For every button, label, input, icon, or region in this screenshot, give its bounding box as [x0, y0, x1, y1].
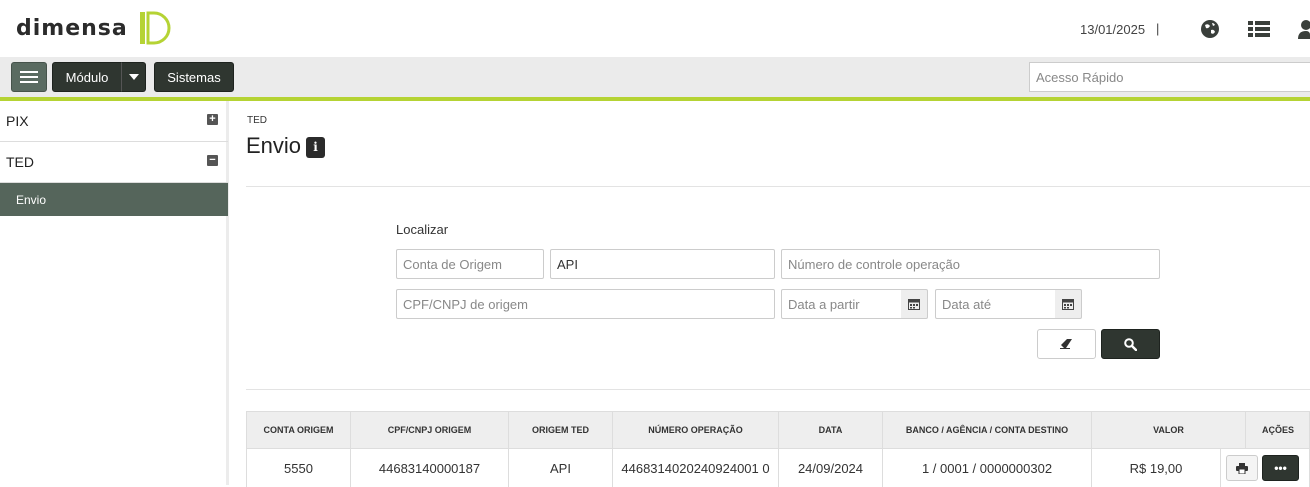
- cell-banco-destino: 1 / 0001 / 0000000302: [883, 449, 1092, 487]
- user-icon[interactable]: [1296, 18, 1310, 40]
- cell-valor: R$ 19,00: [1092, 449, 1221, 487]
- collapse-icon[interactable]: −: [207, 155, 218, 166]
- cell-numero-operacao: 4468314020240924001 0: [613, 449, 779, 487]
- print-button[interactable]: [1226, 455, 1258, 481]
- globe-icon[interactable]: [1199, 18, 1221, 40]
- hamburger-icon: [20, 71, 38, 83]
- current-date: 13/01/2025: [1080, 22, 1146, 37]
- conta-origem-input[interactable]: [396, 249, 544, 279]
- list-icon[interactable]: [1247, 18, 1271, 40]
- column-header[interactable]: DATA: [779, 412, 883, 448]
- sidebar: PIX + TED − Envio: [0, 101, 229, 485]
- cell-cpf-cnpj: 44683140000187: [351, 449, 509, 487]
- search-button[interactable]: [1101, 329, 1160, 359]
- divider: [246, 389, 1310, 390]
- data-ate-input[interactable]: [935, 289, 1056, 319]
- top-bar: DIMENSA 13/01/2025 |: [0, 0, 1310, 57]
- data-partir-input[interactable]: [781, 289, 902, 319]
- quick-access-input[interactable]: [1029, 62, 1310, 92]
- menu-button[interactable]: [11, 62, 47, 92]
- logo-text: DIMENSA: [16, 15, 128, 41]
- clear-button[interactable]: [1037, 329, 1096, 359]
- more-actions-button[interactable]: •••: [1262, 455, 1299, 481]
- cell-data: 24/09/2024: [779, 449, 883, 487]
- calendar-icon: [1062, 299, 1074, 310]
- date-separator: |: [1156, 21, 1160, 36]
- logo-mark-icon: [139, 11, 171, 45]
- column-header[interactable]: BANCO / AGÊNCIA / CONTA DESTINO: [883, 412, 1092, 448]
- sidebar-item-label: PIX: [6, 113, 29, 129]
- column-header[interactable]: CPF/CNPJ ORIGEM: [351, 412, 509, 448]
- calendar-icon: [908, 299, 920, 310]
- expand-icon[interactable]: +: [207, 114, 218, 125]
- page-title: Envio: [246, 133, 302, 158]
- cpf-cnpj-input[interactable]: [396, 289, 775, 319]
- sidebar-item-envio[interactable]: Envio: [0, 183, 228, 216]
- info-icon[interactable]: i: [306, 137, 325, 158]
- cell-conta-origem: 5550: [247, 449, 351, 487]
- breadcrumb: TED: [247, 115, 267, 126]
- sistemas-button[interactable]: Sistemas: [154, 62, 234, 92]
- calendar-button[interactable]: [1055, 289, 1082, 319]
- sidebar-item-ted[interactable]: TED −: [0, 142, 228, 183]
- search-label: Localizar: [396, 222, 449, 237]
- eraser-icon: [1059, 339, 1072, 349]
- print-icon: [1236, 462, 1248, 474]
- caret-down-icon: [128, 74, 139, 80]
- column-header[interactable]: CONTA ORIGEM: [247, 412, 351, 448]
- column-header[interactable]: VALOR: [1092, 412, 1246, 448]
- column-header: AÇÕES: [1261, 425, 1294, 435]
- logo: DIMENSA: [16, 10, 174, 46]
- calendar-button[interactable]: [901, 289, 928, 319]
- modulo-dropdown-button[interactable]: [121, 62, 146, 92]
- numero-controle-input[interactable]: [781, 249, 1160, 279]
- search-icon: [1124, 337, 1137, 351]
- table-header: CONTA ORIGEM CPF/CNPJ ORIGEM ORIGEM TED …: [246, 411, 1310, 449]
- modulo-button[interactable]: Módulo: [52, 62, 122, 92]
- divider: [246, 186, 1310, 187]
- sidebar-item-pix[interactable]: PIX +: [0, 101, 228, 142]
- cell-origem-ted: API: [509, 449, 613, 487]
- table-row[interactable]: 5550 44683140000187 API 4468314020240924…: [246, 449, 1310, 487]
- column-header[interactable]: ORIGEM TED: [509, 412, 613, 448]
- origem-input[interactable]: [550, 249, 775, 279]
- column-header[interactable]: NÚMERO OPERAÇÃO: [613, 412, 779, 448]
- sidebar-item-label: TED: [6, 154, 34, 170]
